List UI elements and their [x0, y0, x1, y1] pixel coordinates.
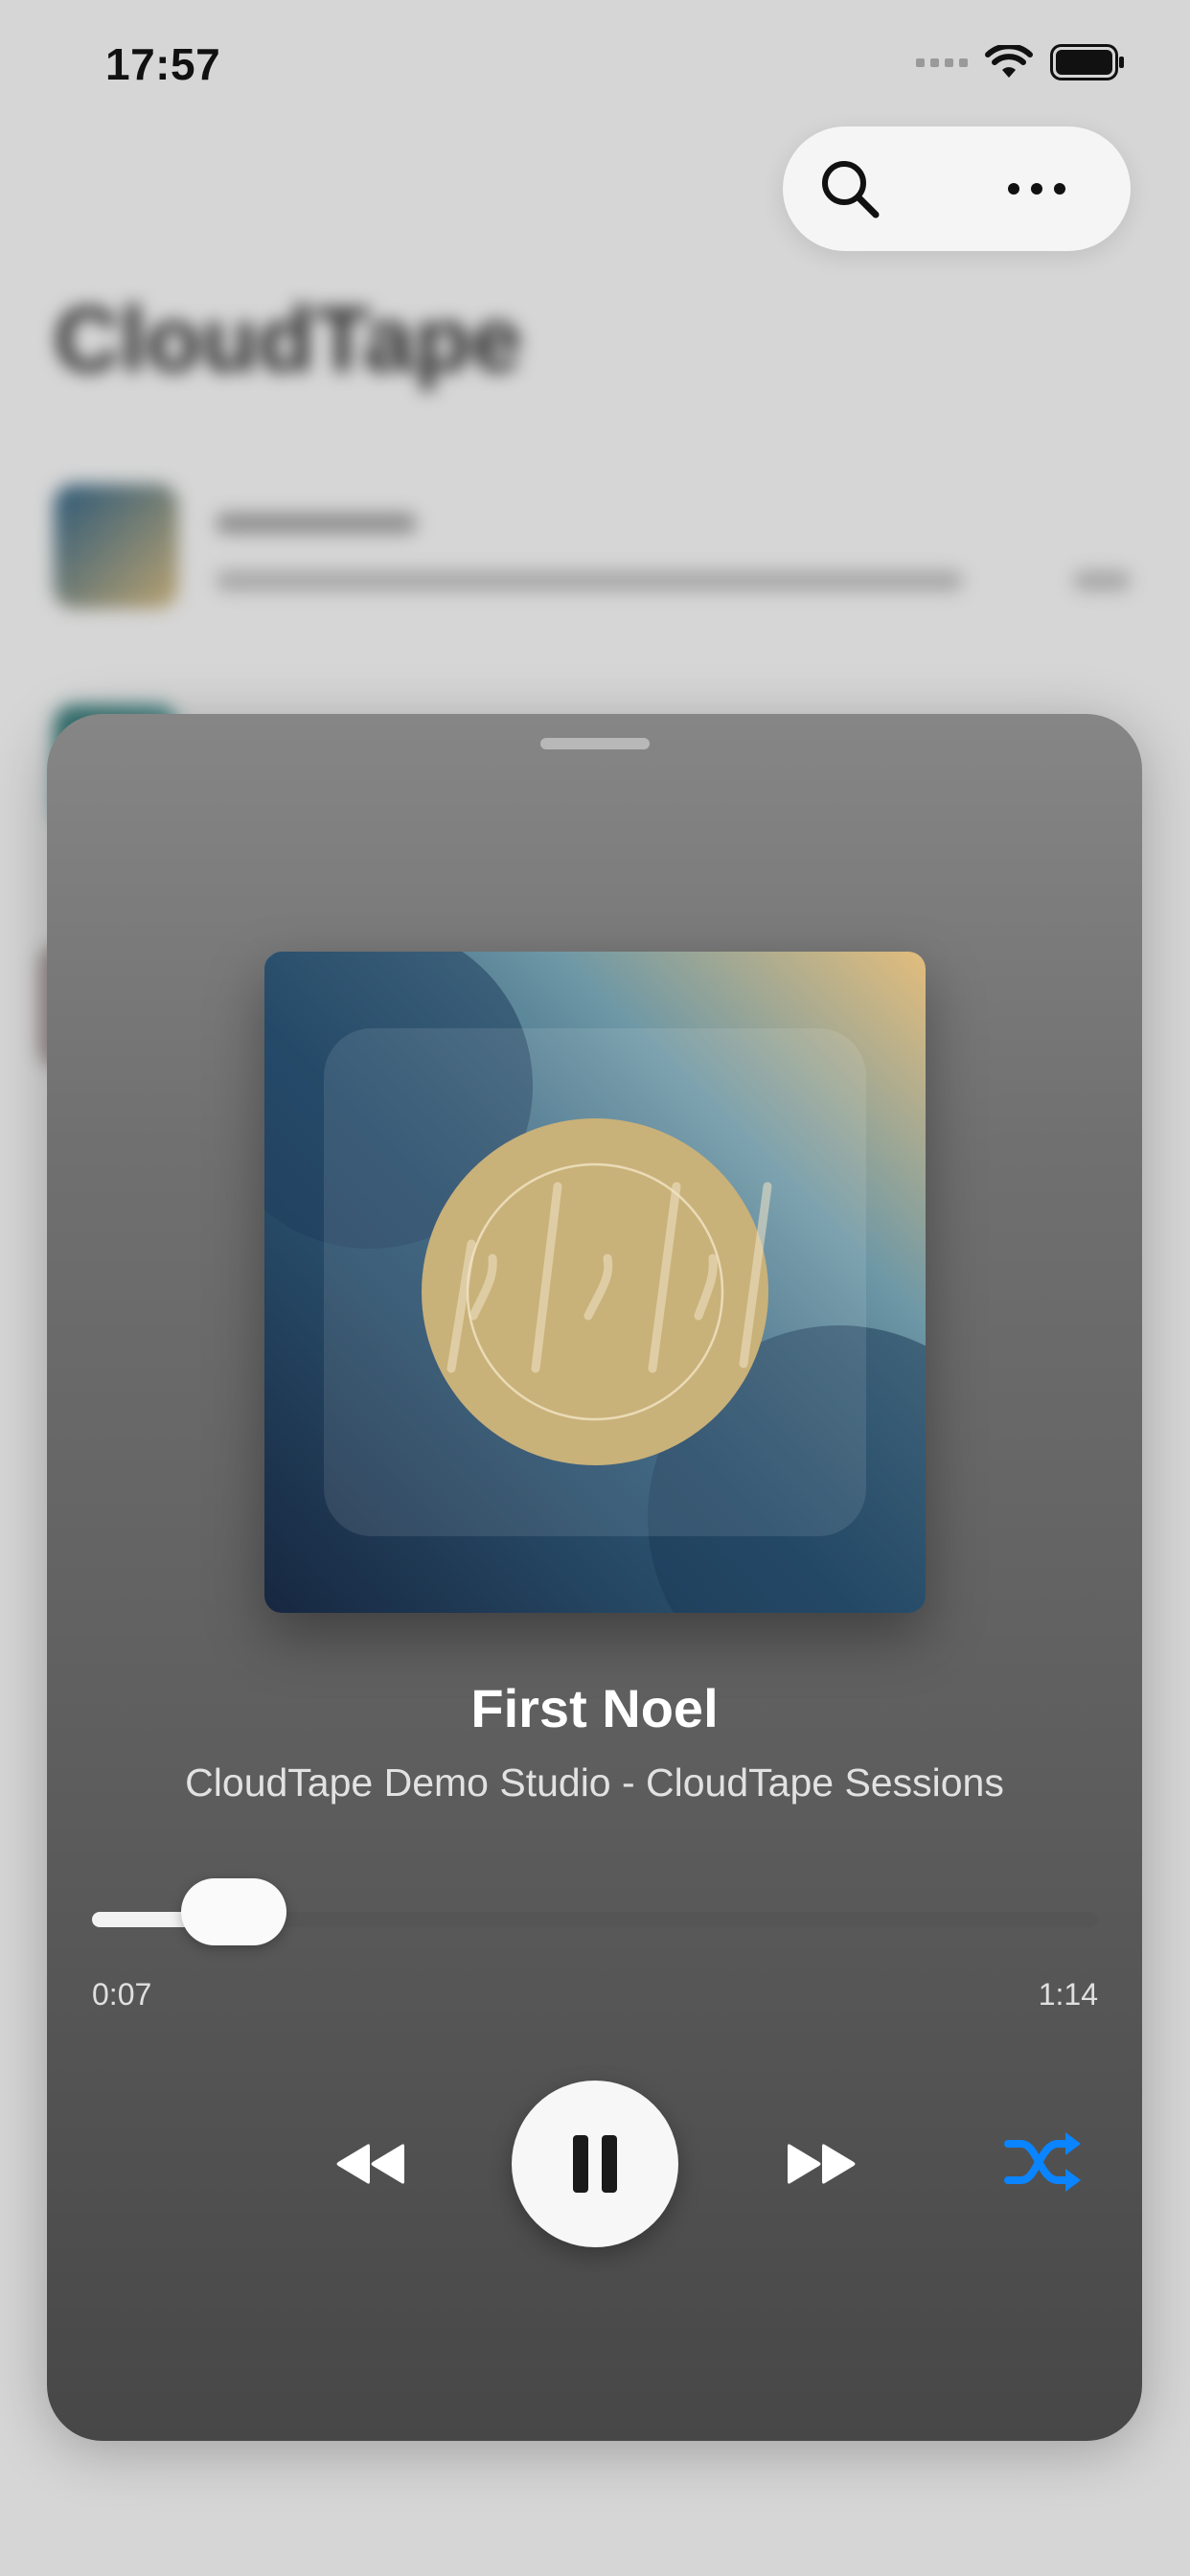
- background-list-line: [216, 513, 417, 534]
- progress-thumb[interactable]: [180, 1878, 286, 1945]
- album-artwork: [264, 952, 926, 1613]
- background-list-thumbnail: [54, 484, 178, 609]
- sheet-grabber[interactable]: [540, 738, 650, 749]
- progress-slider[interactable]: [92, 1878, 1098, 1945]
- rewind-button[interactable]: [328, 2121, 414, 2207]
- shuffle-icon: [1004, 2132, 1081, 2192]
- now-playing-sheet: First Noel CloudTape Demo Studio - Cloud…: [47, 714, 1142, 2441]
- album-artwork-graphic: [264, 952, 926, 1613]
- fast-forward-icon: [788, 2144, 856, 2184]
- background-app-title: CloudTape: [54, 288, 522, 391]
- background-list-line: [216, 570, 963, 591]
- background-list-line: [1073, 570, 1131, 591]
- track-artist-album: CloudTape Demo Studio - CloudTape Sessio…: [185, 1760, 1004, 1805]
- fast-forward-button[interactable]: [778, 2121, 864, 2207]
- rewind-icon: [336, 2144, 404, 2184]
- shuffle-button[interactable]: [997, 2119, 1089, 2205]
- pause-icon: [573, 2135, 617, 2193]
- elapsed-time: 0:07: [92, 1977, 152, 2012]
- total-duration: 1:14: [1038, 1977, 1098, 2012]
- pause-button[interactable]: [512, 2081, 678, 2247]
- track-title: First Noel: [470, 1678, 719, 1738]
